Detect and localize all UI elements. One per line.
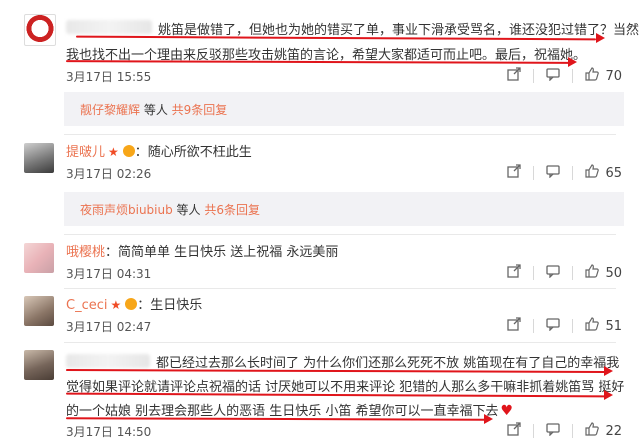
like-count: 65 bbox=[605, 165, 622, 181]
comment-text-line: 的一个姑娘 别去理会那些人的恶语 生日快乐 小笛 希望你可以一直幸福下去 ♥ bbox=[66, 400, 513, 419]
thumb-up-icon[interactable] bbox=[585, 317, 600, 335]
thumb-up-icon[interactable] bbox=[585, 67, 600, 85]
avatar[interactable] bbox=[24, 243, 54, 273]
annotation-arrow bbox=[604, 390, 613, 400]
comment-text: 随心所欲不枉此生 bbox=[147, 145, 252, 160]
user-name[interactable]: C_ceci bbox=[66, 298, 107, 313]
comment-actions: 70 bbox=[507, 67, 622, 85]
like-count: 70 bbox=[605, 68, 622, 84]
comment-header: 提啵儿 ★ ：随心所欲不枉此生 bbox=[66, 145, 252, 160]
annotation-arrow bbox=[604, 366, 613, 376]
user-name[interactable]: 提啵儿 bbox=[66, 145, 105, 160]
like-count: 22 bbox=[605, 423, 622, 439]
comment-actions: 50 bbox=[507, 264, 622, 282]
comment-actions: 65 bbox=[507, 164, 622, 182]
annotation-arrow bbox=[484, 414, 493, 424]
share-icon[interactable] bbox=[507, 317, 522, 335]
comment-icon[interactable] bbox=[546, 422, 561, 440]
comment-icon[interactable] bbox=[546, 317, 561, 335]
comment-time: 3月17日 04:31 bbox=[66, 267, 152, 281]
reply-count-link[interactable]: 共9条回复 bbox=[172, 103, 228, 117]
comment-actions: 22 bbox=[507, 422, 622, 440]
share-icon[interactable] bbox=[507, 67, 522, 85]
comment-header: C_ceci ★ ：生日快乐 bbox=[66, 298, 203, 313]
comment-icon[interactable] bbox=[546, 164, 561, 182]
member-star-icon: ★ bbox=[108, 145, 119, 159]
comment-time: 3月17日 14:50 bbox=[66, 425, 152, 439]
comment-icon[interactable] bbox=[546, 264, 561, 282]
comment-text: 简简单单 生日快乐 送上祝福 永远美丽 bbox=[118, 245, 339, 260]
like-count: 50 bbox=[605, 265, 622, 281]
comment-time: 3月17日 15:55 bbox=[66, 70, 152, 84]
user-name-redacted bbox=[66, 354, 150, 368]
reply-user-link[interactable]: 靓仔黎耀辉 bbox=[80, 103, 140, 117]
comment-actions: 51 bbox=[507, 317, 622, 335]
share-icon[interactable] bbox=[507, 264, 522, 282]
reply-summary[interactable]: 夜雨声烦biubiub 等人 共6条回复 bbox=[64, 192, 624, 226]
user-name-redacted bbox=[66, 20, 152, 34]
comment-time: 3月17日 02:47 bbox=[66, 320, 152, 334]
reply-summary-text: 靓仔黎耀辉 等人 共9条回复 bbox=[80, 103, 228, 117]
thumb-up-icon[interactable] bbox=[585, 264, 600, 282]
member-star-icon: ★ bbox=[110, 298, 122, 312]
avatar[interactable] bbox=[24, 14, 56, 46]
heart-icon: ♥ bbox=[500, 403, 514, 419]
comment-text: 姚笛是做错了，但她也为她的错买了单，事业下滑承受骂名，谁还没犯过错了？当然 bbox=[158, 23, 640, 38]
annotation-arrow bbox=[596, 33, 605, 43]
vip-badge-icon bbox=[125, 298, 138, 310]
comment-header: 哦樱桃：简简单单 生日快乐 送上祝福 永远美丽 bbox=[66, 245, 339, 260]
thumb-up-icon[interactable] bbox=[585, 164, 600, 182]
reply-summary[interactable]: 靓仔黎耀辉 等人 共9条回复 bbox=[64, 92, 624, 126]
avatar[interactable] bbox=[24, 296, 54, 326]
reply-count-link[interactable]: 共6条回复 bbox=[204, 203, 260, 217]
comment-text: 生日快乐 bbox=[150, 298, 203, 313]
share-icon[interactable] bbox=[507, 422, 522, 440]
annotation-underline bbox=[65, 60, 571, 64]
user-name[interactable]: 哦樱桃 bbox=[66, 245, 105, 260]
vip-badge-icon bbox=[122, 145, 135, 157]
share-icon[interactable] bbox=[507, 164, 522, 182]
reply-user-link[interactable]: 夜雨声烦biubiub bbox=[80, 203, 173, 217]
reply-summary-text: 夜雨声烦biubiub 等人 共6条回复 bbox=[80, 203, 261, 217]
thumb-up-icon[interactable] bbox=[585, 422, 600, 440]
like-count: 51 bbox=[605, 318, 622, 334]
avatar[interactable] bbox=[24, 143, 54, 173]
comment-text: 都已经过去那么长时间了 为什么你们还那么死死不放 姚笛现在有了自己的幸福我 bbox=[156, 356, 620, 371]
annotation-underline bbox=[65, 417, 487, 421]
comment-icon[interactable] bbox=[546, 67, 561, 85]
annotation-arrow bbox=[568, 57, 577, 67]
comment-time: 3月17日 02:26 bbox=[66, 167, 152, 181]
avatar[interactable] bbox=[24, 350, 54, 380]
